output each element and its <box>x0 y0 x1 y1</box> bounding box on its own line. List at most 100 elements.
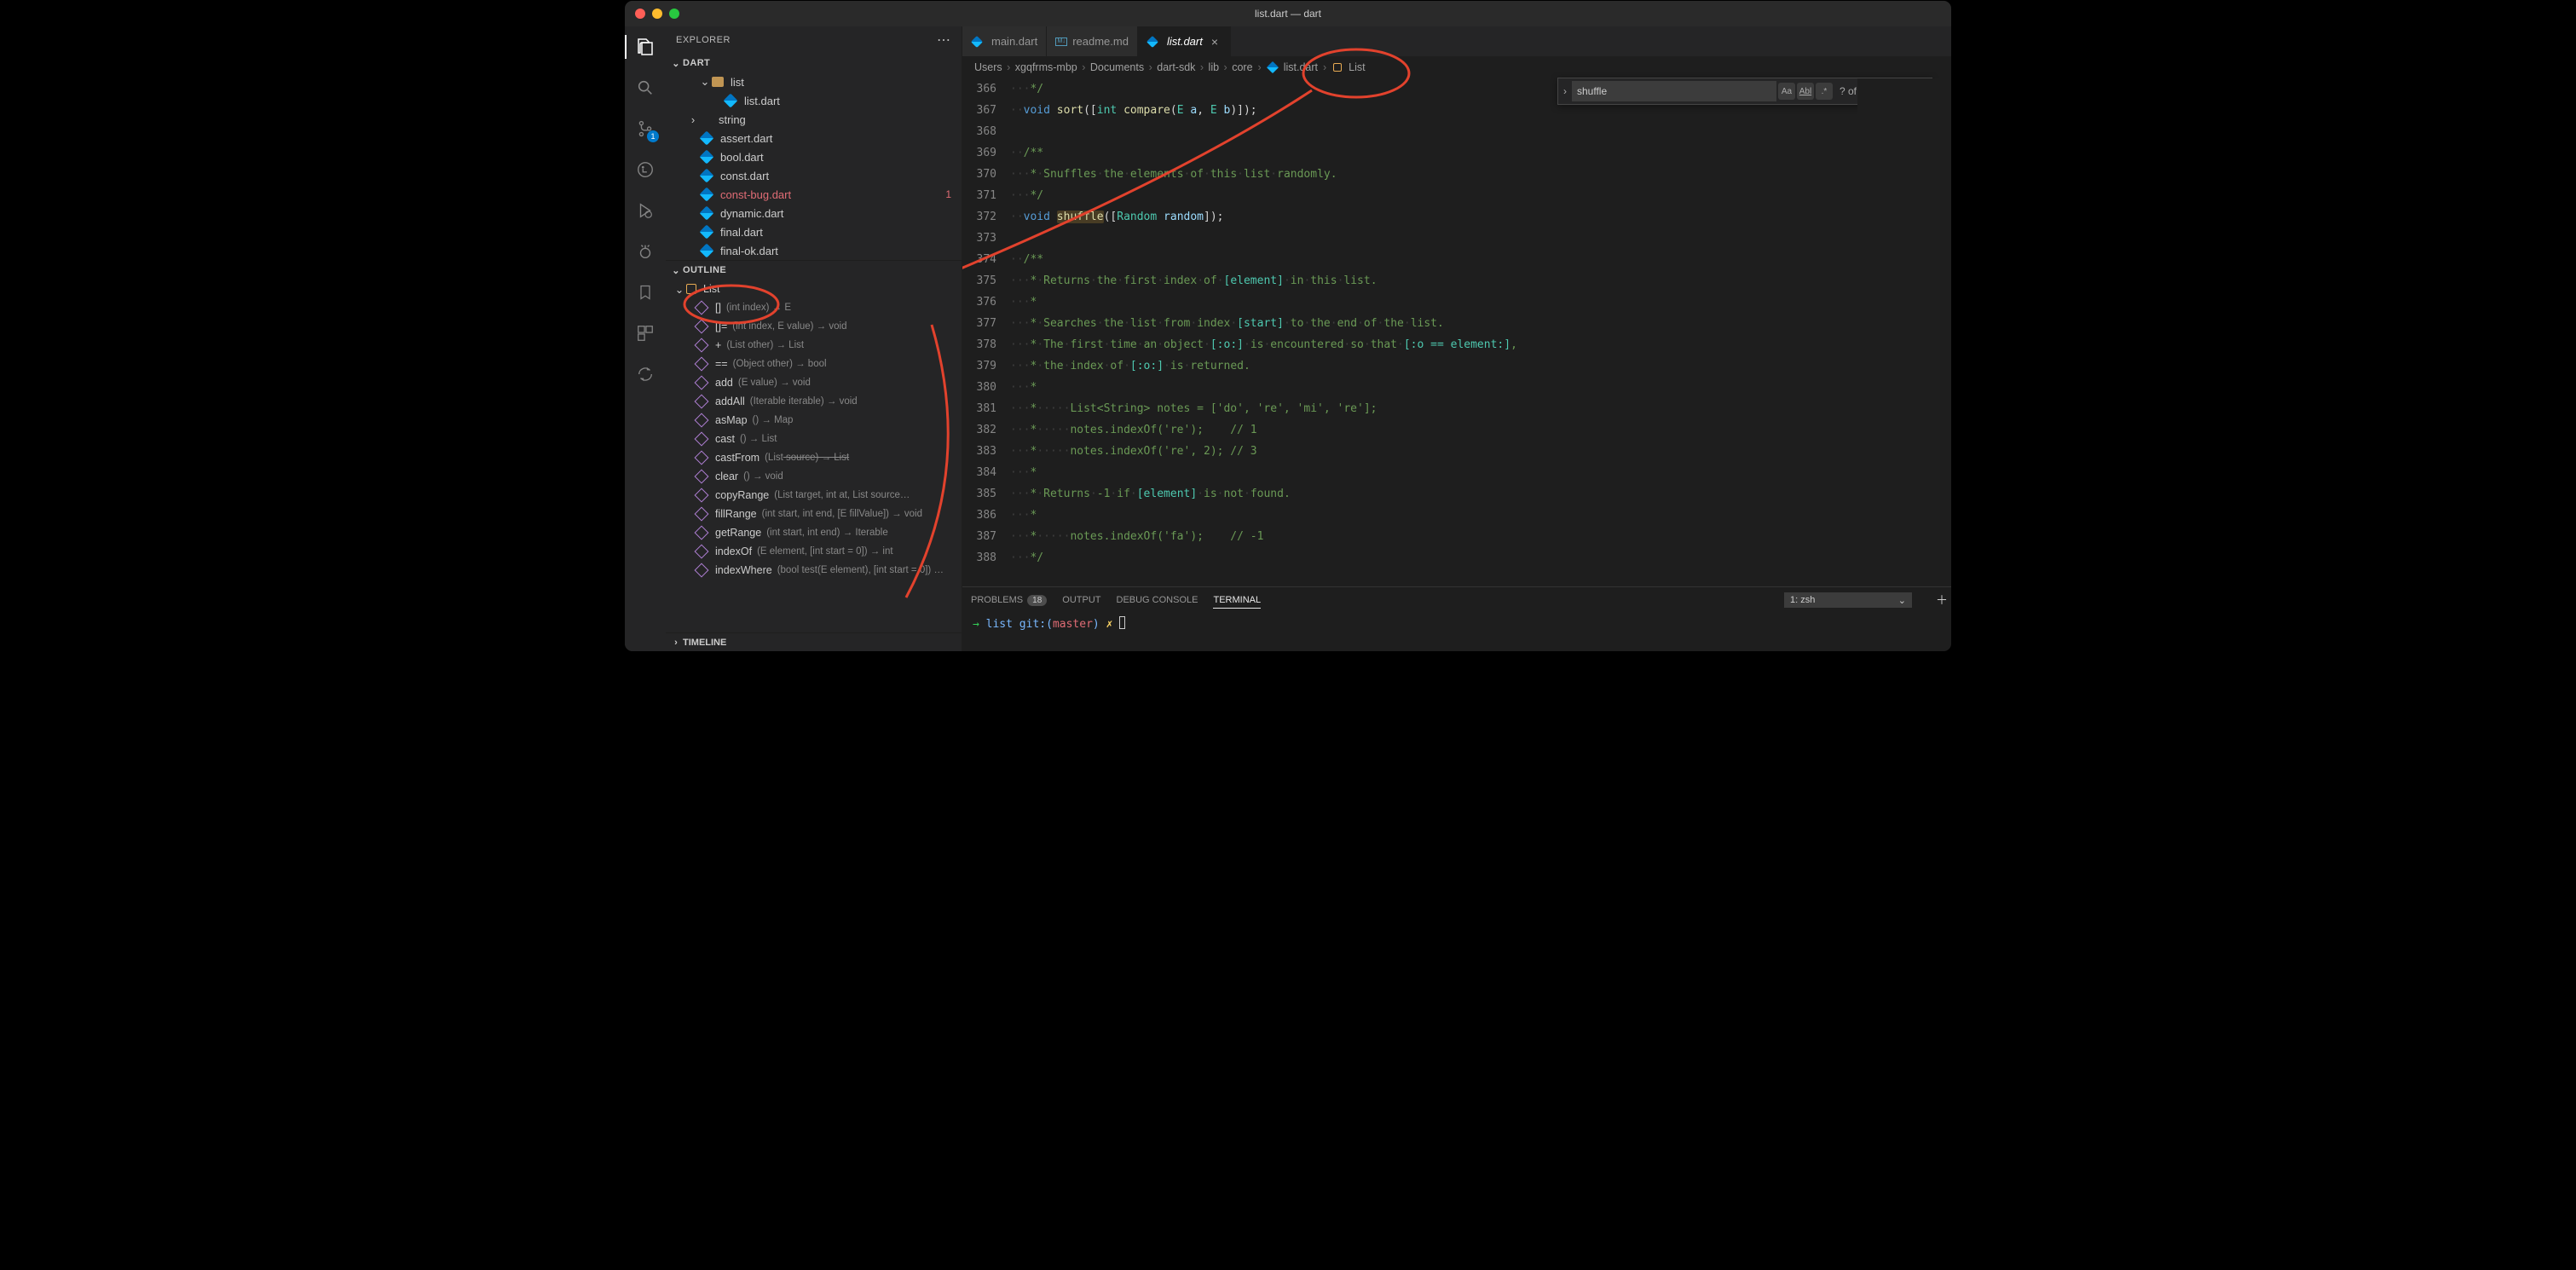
extensions-icon[interactable] <box>633 321 657 345</box>
file-tree-item[interactable]: dynamic.dart <box>666 204 962 222</box>
tab-label: list.dart <box>1167 35 1203 48</box>
panel: PROBLEMS 18 OUTPUT DEBUG CONSOLE TERMINA… <box>962 586 1951 651</box>
git-graph-icon[interactable] <box>633 158 657 182</box>
error-count: 1 <box>945 188 951 200</box>
outline-item[interactable]: ==(Object other) → bool <box>666 355 962 373</box>
file-tree-item[interactable]: const.dart <box>666 166 962 185</box>
explorer-icon[interactable] <box>633 35 657 59</box>
panel-tab-debug-console[interactable]: DEBUG CONSOLE <box>1117 595 1198 605</box>
editor-area: main.dartM↓readme.md list.dart × Users › x… <box>962 26 1951 651</box>
file-tree-item[interactable]: const-bug.dart 1 <box>666 185 962 204</box>
sidebar-more-icon[interactable]: ⋯ <box>937 32 951 49</box>
breadcrumb-segment[interactable]: core <box>1232 61 1252 73</box>
breadcrumb-segment[interactable]: lib <box>1209 61 1220 73</box>
editor-tab[interactable]: list.dart × <box>1138 26 1231 56</box>
outline-section-title[interactable]: ⌄ OUTLINE <box>666 261 962 280</box>
outline-item[interactable]: add(E value) → void <box>666 373 962 392</box>
dart-file-icon <box>700 206 714 221</box>
code-editor[interactable]: 3663673683693703713723733743753763773783… <box>962 78 1951 586</box>
scm-icon[interactable]: 1 <box>633 117 657 141</box>
panel-tab-output[interactable]: OUTPUT <box>1062 595 1100 605</box>
project-section-title[interactable]: ⌄ DART <box>666 54 962 72</box>
outline-item[interactable]: copyRange(List target, int at, List sour… <box>666 486 962 505</box>
editor-tab[interactable]: M↓readme.md <box>1047 26 1138 56</box>
chevron-right-icon: › <box>1200 61 1204 73</box>
dart-file-icon <box>1267 61 1279 73</box>
timeline-section-title[interactable]: › TIMELINE <box>666 632 962 651</box>
outline-item[interactable]: asMap() → Map <box>666 411 962 430</box>
file-label: string <box>719 113 746 126</box>
breadcrumb-segment[interactable]: Users <box>974 61 1002 73</box>
method-icon <box>695 301 709 315</box>
file-tree-item[interactable]: assert.dart <box>666 129 962 147</box>
method-icon <box>695 507 709 522</box>
outline-pane: ⌄ OUTLINE ⌄ List [](int index) → E[]=(in… <box>666 260 962 632</box>
zoom-window-button[interactable] <box>669 9 679 19</box>
terminal-selector[interactable]: 1: zsh <box>1784 592 1912 608</box>
outline-item[interactable]: addAll(Iterable iterable) → void <box>666 392 962 411</box>
outline-item[interactable]: []=(int index, E value) → void <box>666 317 962 336</box>
bookmark-icon[interactable] <box>633 280 657 304</box>
chevron-right-icon: › <box>1323 61 1326 73</box>
run-debug-icon[interactable] <box>633 199 657 222</box>
search-icon[interactable] <box>633 76 657 100</box>
dart-file-icon <box>700 150 714 165</box>
file-label: final.dart <box>720 226 763 239</box>
breadcrumb-segment[interactable]: dart-sdk <box>1157 61 1195 73</box>
breadcrumb[interactable]: Users › xgqfrms-mbp › Documents › dart-s… <box>962 56 1951 78</box>
editor-tab[interactable]: main.dart <box>962 26 1047 56</box>
outline-class[interactable]: ⌄ List <box>666 280 962 298</box>
file-tree-item[interactable]: list.dart <box>666 91 962 110</box>
method-icon <box>695 338 709 353</box>
chevron-icon: ⌄ <box>700 75 710 89</box>
panel-tab-problems[interactable]: PROBLEMS 18 <box>971 595 1047 606</box>
chevron-right-icon: › <box>1007 61 1010 73</box>
minimize-window-button[interactable] <box>652 9 662 19</box>
dart-file-icon <box>1146 35 1158 47</box>
minimap[interactable] <box>1857 78 1951 586</box>
breadcrumb-segment[interactable]: xgqfrms-mbp <box>1015 61 1077 73</box>
outline-item[interactable]: clear() → void <box>666 467 962 486</box>
file-label: bool.dart <box>720 151 764 164</box>
test-icon[interactable] <box>633 240 657 263</box>
window-title: list.dart — dart <box>625 8 1951 20</box>
breadcrumb-file[interactable]: list.dart <box>1284 61 1318 73</box>
code-content[interactable]: ···*/··void sort([int compare(E a, E b)]… <box>1010 78 1857 586</box>
sync-icon[interactable] <box>633 362 657 386</box>
dart-file-icon <box>700 244 714 258</box>
panel-tab-terminal[interactable]: TERMINAL <box>1213 595 1261 609</box>
file-label: final-ok.dart <box>720 245 778 257</box>
method-icon <box>695 413 709 428</box>
method-icon <box>695 488 709 503</box>
outline-item[interactable]: [](int index) → E <box>666 298 962 317</box>
outline-item[interactable]: getRange(int start, int end) → Iterable <box>666 523 962 542</box>
method-icon <box>695 357 709 372</box>
explorer-title: EXPLORER <box>676 35 731 45</box>
outline-item[interactable]: +(List other) → List <box>666 336 962 355</box>
file-tree-item[interactable]: bool.dart <box>666 147 962 166</box>
file-tree-item[interactable]: final.dart <box>666 222 962 241</box>
dart-file-icon <box>724 94 738 108</box>
breadcrumb-segment[interactable]: Documents <box>1090 61 1144 73</box>
outline-item[interactable]: fillRange(int start, int end, [E fillVal… <box>666 505 962 523</box>
close-tab-button[interactable]: × <box>1208 35 1222 49</box>
outline-item[interactable]: castFrom(List source) → List <box>666 448 962 467</box>
file-tree: ⌄listlist.dart›stringassert.dart bool.dar… <box>666 72 962 260</box>
file-label: const-bug.dart <box>720 188 791 201</box>
outline-item[interactable]: indexOf(E element, [int start = 0]) → in… <box>666 542 962 561</box>
dart-file-icon <box>700 131 714 146</box>
outline-item[interactable]: indexWhere(bool test(E element), [int st… <box>666 561 962 580</box>
file-tree-item[interactable]: final-ok.dart <box>666 241 962 260</box>
outline-item[interactable]: cast() → List <box>666 430 962 448</box>
breadcrumb-symbol[interactable]: List <box>1349 61 1365 73</box>
method-icon <box>695 320 709 334</box>
folder-icon <box>712 77 724 87</box>
file-tree-item[interactable]: ⌄list <box>666 72 962 91</box>
file-tree-item[interactable]: ›string <box>666 110 962 129</box>
class-icon <box>686 284 696 294</box>
chevron-down-icon: ⌄ <box>674 283 684 296</box>
terminal[interactable]: → list git:(master) ✗ <box>962 613 1951 651</box>
close-window-button[interactable] <box>635 9 645 19</box>
class-icon <box>1333 63 1342 72</box>
terminal-new-button[interactable]: ＋ <box>1932 592 1951 609</box>
